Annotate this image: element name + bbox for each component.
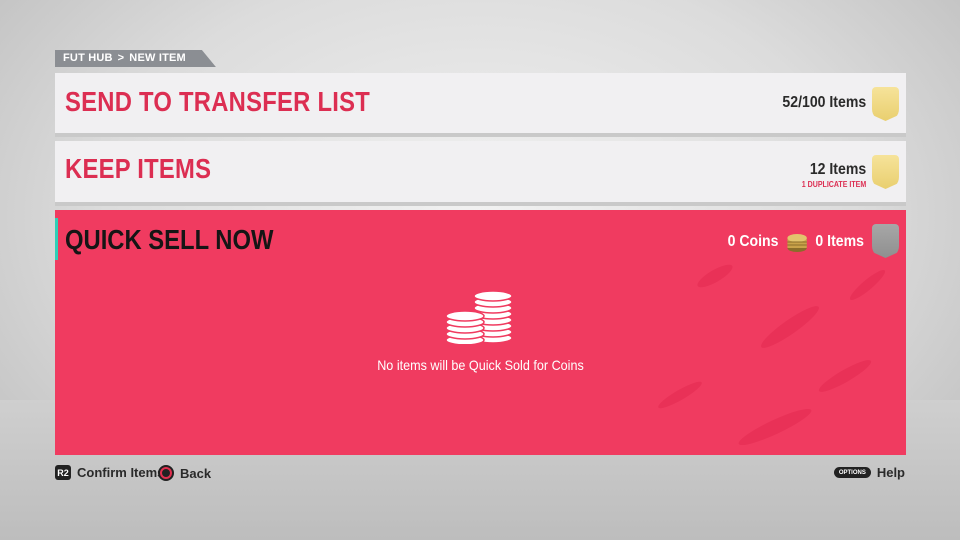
keep-items-row[interactable]: KEEP ITEMS 12 Items 1 DUPLICATE ITEM	[55, 141, 906, 206]
duplicate-item-note: 1 DUPLICATE ITEM	[801, 180, 866, 189]
quick-sell-empty-message: No items will be Quick Sold for Coins	[377, 357, 584, 373]
quick-sell-items: 0 Items	[815, 233, 864, 250]
quick-sell-now-panel[interactable]: QUICK SELL NOW 0 Coins 0 Items No items …	[55, 210, 906, 455]
keep-items-count: 12 Items	[809, 161, 866, 178]
options-button-icon: OPTIONS	[833, 467, 871, 478]
grey-card-icon	[872, 224, 899, 258]
breadcrumb-current: NEW ITEM	[129, 52, 186, 64]
background-splatter	[847, 266, 888, 304]
transfer-list-title: SEND TO TRANSFER LIST	[65, 86, 371, 117]
background-splatter	[757, 301, 823, 353]
back-label: Back	[180, 465, 212, 481]
breadcrumb-parent: FUT HUB	[63, 52, 113, 64]
breadcrumb-separator: >	[117, 52, 125, 64]
selection-accent-bar	[55, 218, 58, 260]
gold-card-icon	[872, 87, 899, 121]
circle-button-icon	[158, 465, 174, 481]
quick-sell-coins: 0 Coins	[727, 233, 779, 250]
help-label: Help	[876, 465, 905, 480]
send-to-transfer-list-row[interactable]: SEND TO TRANSFER LIST 52/100 Items	[55, 73, 906, 137]
keep-items-info: 12 Items 1 DUPLICATE ITEM	[802, 161, 866, 189]
confirm-items-label: Confirm Items	[77, 465, 165, 480]
coins-icon	[787, 234, 807, 252]
r2-button-icon: R2	[55, 465, 71, 480]
quick-sell-title: QUICK SELL NOW	[65, 224, 274, 255]
confirm-items-action[interactable]: R2 Confirm Items	[55, 465, 164, 480]
help-action[interactable]: OPTIONS Help	[833, 465, 905, 480]
background-splatter	[694, 260, 736, 292]
gold-card-icon	[872, 155, 899, 189]
background-splatter	[735, 403, 815, 451]
background-splatter	[655, 378, 705, 412]
transfer-list-count: 52/100 Items	[782, 94, 866, 111]
breadcrumb: FUT HUB > NEW ITEM	[55, 50, 216, 67]
keep-items-title: KEEP ITEMS	[65, 153, 212, 184]
quick-sell-summary: 0 Coins 0 Items	[728, 230, 864, 254]
back-action[interactable]: Back	[158, 465, 211, 481]
coin-stacks-icon	[445, 290, 513, 344]
